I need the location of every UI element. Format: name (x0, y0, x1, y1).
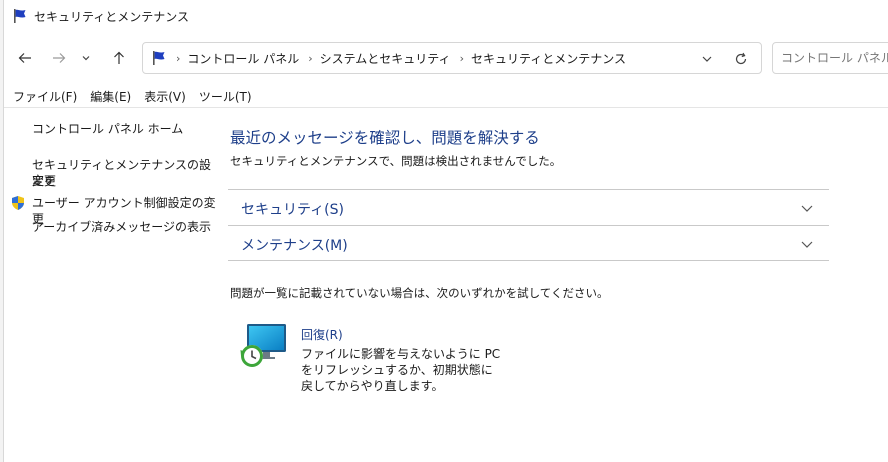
sidebar-link-archived-messages[interactable]: アーカイブ済みメッセージの表示 (32, 219, 211, 235)
menu-view[interactable]: 表示(V) (144, 88, 186, 105)
section-security[interactable]: セキュリティ(S) (228, 189, 829, 225)
breadcrumb-item-control-panel[interactable]: コントロール パネル (187, 50, 299, 67)
section-maintenance[interactable]: メンテナンス(M) (228, 225, 829, 261)
menu-tools[interactable]: ツール(T) (199, 88, 252, 105)
back-button[interactable] (12, 46, 38, 70)
breadcrumb-separator: › (176, 51, 181, 65)
main-content: 最近のメッセージを確認し、問題を解決する セキュリティとメンテナンスで、問題は検… (228, 108, 888, 462)
search-input[interactable] (781, 51, 888, 65)
chevron-down-icon[interactable] (799, 200, 815, 216)
flag-icon (153, 51, 165, 65)
sidebar-link-change-settings-line2[interactable]: 変更 (32, 173, 56, 189)
search-box[interactable] (772, 42, 888, 74)
recovery-link[interactable]: 回復(R) (301, 326, 343, 343)
section-maintenance-label[interactable]: メンテナンス(M) (241, 235, 348, 255)
recent-locations-button[interactable] (78, 46, 94, 70)
address-bar[interactable]: › コントロール パネル › システムとセキュリティ › セキュリティとメンテナ… (142, 42, 762, 74)
flag-icon (14, 9, 26, 23)
sidebar-link-change-settings[interactable]: セキュリティとメンテナンスの設定を (32, 157, 220, 189)
menu-file[interactable]: ファイル(F) (13, 88, 77, 105)
up-button[interactable] (106, 46, 132, 70)
breadcrumb-separator[interactable]: › (460, 52, 464, 65)
refresh-icon (735, 52, 747, 65)
menu-bar: ファイル(F) 編集(E) 表示(V) ツール(T) (4, 86, 888, 108)
page-title: 最近のメッセージを確認し、問題を解決する (230, 129, 540, 147)
breadcrumb-item-system-security[interactable]: システムとセキュリティ (320, 50, 451, 67)
window-title: セキュリティとメンテナンス (34, 9, 190, 24)
sidebar-link-control-panel-home[interactable]: コントロール パネル ホーム (32, 121, 183, 137)
navigation-bar: › コントロール パネル › システムとセキュリティ › セキュリティとメンテナ… (4, 38, 888, 78)
arrow-right-icon (53, 53, 66, 63)
address-history-button[interactable] (697, 49, 717, 69)
chevron-down-icon (82, 56, 90, 61)
recovery-description: ファイルに影響を与えないように PC をリフレッシュするか、初期状態に戻してから… (301, 347, 501, 393)
chevron-down-icon[interactable] (799, 236, 815, 252)
sidebar: コントロール パネル ホーム セキュリティとメンテナンスの設定を 変更 ユーザー… (4, 108, 220, 462)
refresh-button[interactable] (731, 49, 751, 69)
recovery-monitor-icon[interactable] (238, 323, 288, 369)
chevron-down-icon (702, 56, 712, 62)
page-subtitle: セキュリティとメンテナンスで、問題は検出されませんでした。 (230, 154, 562, 168)
arrow-left-icon (18, 53, 31, 63)
forward-button[interactable] (46, 46, 72, 70)
menu-edit[interactable]: 編集(E) (90, 88, 131, 105)
breadcrumb-separator[interactable]: › (308, 52, 312, 65)
title-bar: セキュリティとメンテナンス (4, 0, 888, 32)
section-security-label[interactable]: セキュリティ(S) (241, 199, 344, 219)
breadcrumb-item-security-maintenance[interactable]: セキュリティとメンテナンス (471, 50, 626, 67)
arrow-up-icon (114, 51, 124, 64)
troubleshoot-hint: 問題が一覧に記載されていない場合は、次のいずれかを試してください。 (230, 286, 609, 300)
uac-shield-icon (12, 196, 24, 210)
